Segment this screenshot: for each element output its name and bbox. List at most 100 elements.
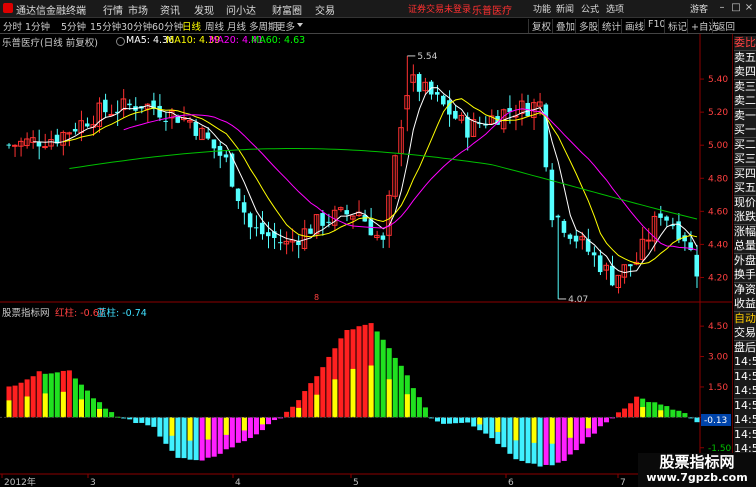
indicator-bar [229,417,235,448]
period-tab[interactable]: 月线 [227,19,246,33]
period-tab[interactable]: 1分钟 [25,19,50,33]
sidebar-tab[interactable]: 现价 [734,195,756,211]
maximize-icon[interactable]: □ [730,2,742,14]
period-tab[interactable]: 周线 [205,19,224,33]
ind-tick-label: 4.50 [708,322,728,332]
sidebar-tab[interactable]: 买四 [734,166,756,182]
menu-news[interactable]: 新闻 [556,2,574,15]
current-value-label: -0.13 [704,416,727,426]
sidebar-tab[interactable]: 涨幅 [734,224,756,240]
menu-function[interactable]: 功能 [533,2,551,15]
indicator-bar [555,417,561,463]
indicator-bar [579,417,585,444]
indicator-bar [139,417,145,423]
sidebar-tab[interactable]: 委比 [734,36,756,51]
indicator-bar [694,417,700,423]
app-name: 通达信金融终端 [16,6,86,17]
menu-item-quotes[interactable]: 行情 [103,2,123,17]
sidebar-tab[interactable]: 14:56 [734,398,756,414]
indicator-bar-highlight [296,407,302,418]
sidebar-tab[interactable]: 14:56 [734,355,756,370]
sidebar-tab[interactable]: 买一 [734,123,756,138]
indicator-bar [151,417,157,427]
sidebar-tab[interactable]: 收益 [734,297,756,312]
sidebar-tab[interactable]: 买五 [734,181,756,196]
sidebar-tab[interactable]: 盘后 [734,340,756,356]
kline-chart[interactable]: 5.40 5.20 5.00 4.80 4.60 4.40 4.20 4.50 3.00 1.50… [0,34,732,487]
sidebar-tab[interactable]: 净资 [734,282,756,298]
candle-body [205,132,211,139]
x-tick-label: 4 [235,478,241,487]
sidebar-tab[interactable]: 买三 [734,152,756,167]
period-tab[interactable]: 30分钟 [121,19,152,33]
period-tab-more[interactable]: 更多 [276,19,295,33]
tool-back[interactable]: 返回 [712,19,738,33]
close-icon[interactable]: × [743,2,755,14]
minimize-icon[interactable]: – [716,2,728,14]
indicator-bar [434,417,441,422]
sidebar-tab[interactable]: 外盘 [734,253,756,269]
indicator-bar [175,417,181,458]
watermark-title: 股票指标网 [659,453,735,471]
indicator-bar-highlight [495,417,501,432]
login-warning[interactable]: 证券交易未登录 [408,2,471,15]
period-tab-active[interactable]: 日线 [182,19,201,33]
indicator-bar [573,417,579,451]
menu-options[interactable]: 选项 [606,2,624,15]
candle-body [549,169,555,221]
period-tab[interactable]: 5分钟 [61,19,86,33]
sidebar-tab[interactable]: 总量 [734,239,756,254]
sidebar-tab[interactable]: 卖二 [734,94,756,109]
tool-adjust[interactable]: 复权 [528,19,554,33]
x-tick-label: 7 [620,478,626,487]
candle-body [84,123,90,127]
sidebar-tab[interactable]: 买二 [734,137,756,153]
indicator-bar-highlight [640,407,646,418]
sidebar-tab[interactable]: 14:56 [734,369,756,385]
ma10-line [63,98,698,265]
sidebar-tab[interactable]: 卖三 [734,79,756,95]
chevron-down-icon[interactable] [297,23,303,27]
candle-body [193,121,199,136]
candle-body [235,188,241,202]
period-tab[interactable]: 分时 [3,19,22,33]
indicator-bar-highlight [205,417,211,440]
candle-body [247,213,253,228]
candle-body [278,242,283,244]
period-tab[interactable]: 15分钟 [90,19,121,33]
indicator-bar [90,398,97,418]
indicator-bar [12,385,18,418]
indicator-bar-highlight [6,400,12,418]
settings-icon[interactable] [116,37,125,46]
menu-item-ask[interactable]: 问小达 [226,2,256,17]
sidebar-tab[interactable]: 交易 [734,326,756,341]
sidebar-tab[interactable]: 涨跌 [734,210,756,225]
candle-body [628,264,633,267]
sidebar-tab[interactable]: 自动 [734,311,756,327]
sidebar-tab[interactable]: 卖五 [734,50,756,66]
candle-body [658,213,663,218]
sidebar-tab[interactable]: 卖四 [734,65,756,80]
sidebar-tab[interactable]: 14:56 [734,413,756,428]
indicator-bar [682,413,688,418]
menu-item-discover[interactable]: 发现 [194,2,214,17]
menu-item-market[interactable]: 市场 [128,2,148,17]
high-price-label: 5.54 [417,52,437,62]
indicator-bar [302,391,308,418]
sidebar-tab[interactable]: 14:56 [734,384,756,399]
menu-item-wealth[interactable]: 财富圈 [272,2,302,17]
menu-item-trade[interactable]: 交易 [315,2,335,17]
indicator-bar [591,417,597,434]
period-tab[interactable]: 多周期 [249,19,278,33]
guest-label[interactable]: 游客 [690,2,708,15]
menu-item-news[interactable]: 资讯 [160,2,180,17]
menu-formula[interactable]: 公式 [581,2,599,15]
candle-body [265,232,271,237]
sidebar-tab[interactable]: 14:56 [734,427,756,443]
period-tab[interactable]: 60分钟 [152,19,183,33]
indicator-bar-highlight [169,417,175,436]
indicator-bar-highlight [42,393,48,418]
indicator-bar [290,406,296,418]
sidebar-tab[interactable]: 换手 [734,268,756,283]
sidebar-tab[interactable]: 卖一 [734,108,756,124]
